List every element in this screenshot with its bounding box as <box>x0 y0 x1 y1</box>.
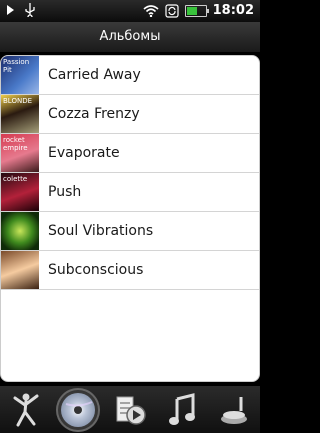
album-title: Push <box>48 184 82 200</box>
album-cover <box>1 251 39 289</box>
battery-level <box>186 6 198 15</box>
album-title: Evaporate <box>48 145 120 161</box>
album-cover <box>1 212 39 250</box>
list-item[interactable]: Soul Vibrations <box>1 212 259 251</box>
music-note-icon <box>169 392 195 425</box>
page-title: Альбомы <box>0 22 260 53</box>
turntable-icon <box>221 396 247 424</box>
list-item[interactable]: colette Push <box>1 173 259 212</box>
album-cover: rocket empire <box>1 134 39 172</box>
list-item[interactable]: Subconscious <box>1 251 259 290</box>
album-cover: colette <box>1 173 39 211</box>
tab-artists[interactable] <box>4 388 48 432</box>
tab-playlists[interactable] <box>108 388 152 432</box>
wifi-icon <box>143 4 159 17</box>
cd-icon <box>61 392 95 427</box>
album-title: Cozza Frenzy <box>48 106 140 122</box>
album-cover: Passion Pit <box>1 56 39 94</box>
tab-albums[interactable] <box>56 387 100 432</box>
album-title: Subconscious <box>48 262 144 278</box>
usb-icon <box>25 3 35 17</box>
list-item[interactable]: Passion Pit Carried Away <box>1 56 259 95</box>
sync-icon <box>165 3 179 18</box>
list-item[interactable]: BLONDE Cozza Frenzy <box>1 95 259 134</box>
status-time: 18:02 <box>212 3 254 18</box>
dancer-icon <box>13 393 39 426</box>
battery-icon <box>184 4 209 17</box>
tab-genres[interactable] <box>212 388 256 432</box>
album-list: Passion Pit Carried Away BLONDE Cozza Fr… <box>0 55 260 382</box>
list-item[interactable]: rocket empire Evaporate <box>1 134 259 173</box>
album-cover: BLONDE <box>1 95 39 133</box>
album-title: Soul Vibrations <box>48 223 154 239</box>
tab-songs[interactable] <box>160 388 204 432</box>
play-icon <box>7 5 14 15</box>
status-bar: 18:02 <box>0 0 260 22</box>
album-title: Carried Away <box>48 67 141 83</box>
bottom-nav <box>0 386 260 433</box>
playlist-icon <box>116 396 146 425</box>
